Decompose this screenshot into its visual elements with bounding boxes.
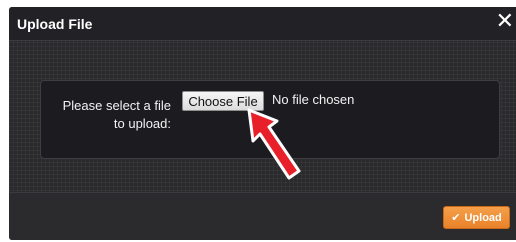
file-label-line-1: Please select a file — [62, 98, 171, 113]
red-arrow-icon — [247, 108, 301, 180]
close-icon[interactable]: ✕ — [496, 10, 514, 32]
file-label-line-2: to upload: — [113, 116, 171, 131]
upload-button-label: Upload — [464, 211, 502, 224]
dialog-title: Upload File — [17, 16, 93, 32]
dialog-header: Upload File ✕ — [9, 7, 516, 41]
dialog-footer: ✔ Upload — [9, 192, 516, 240]
upload-button[interactable]: ✔ Upload — [443, 206, 510, 229]
file-status-text: No file chosen — [272, 92, 355, 107]
upload-file-dialog: Upload File ✕ Please select a file to up… — [9, 7, 516, 240]
checkmark-icon: ✔ — [451, 212, 461, 224]
